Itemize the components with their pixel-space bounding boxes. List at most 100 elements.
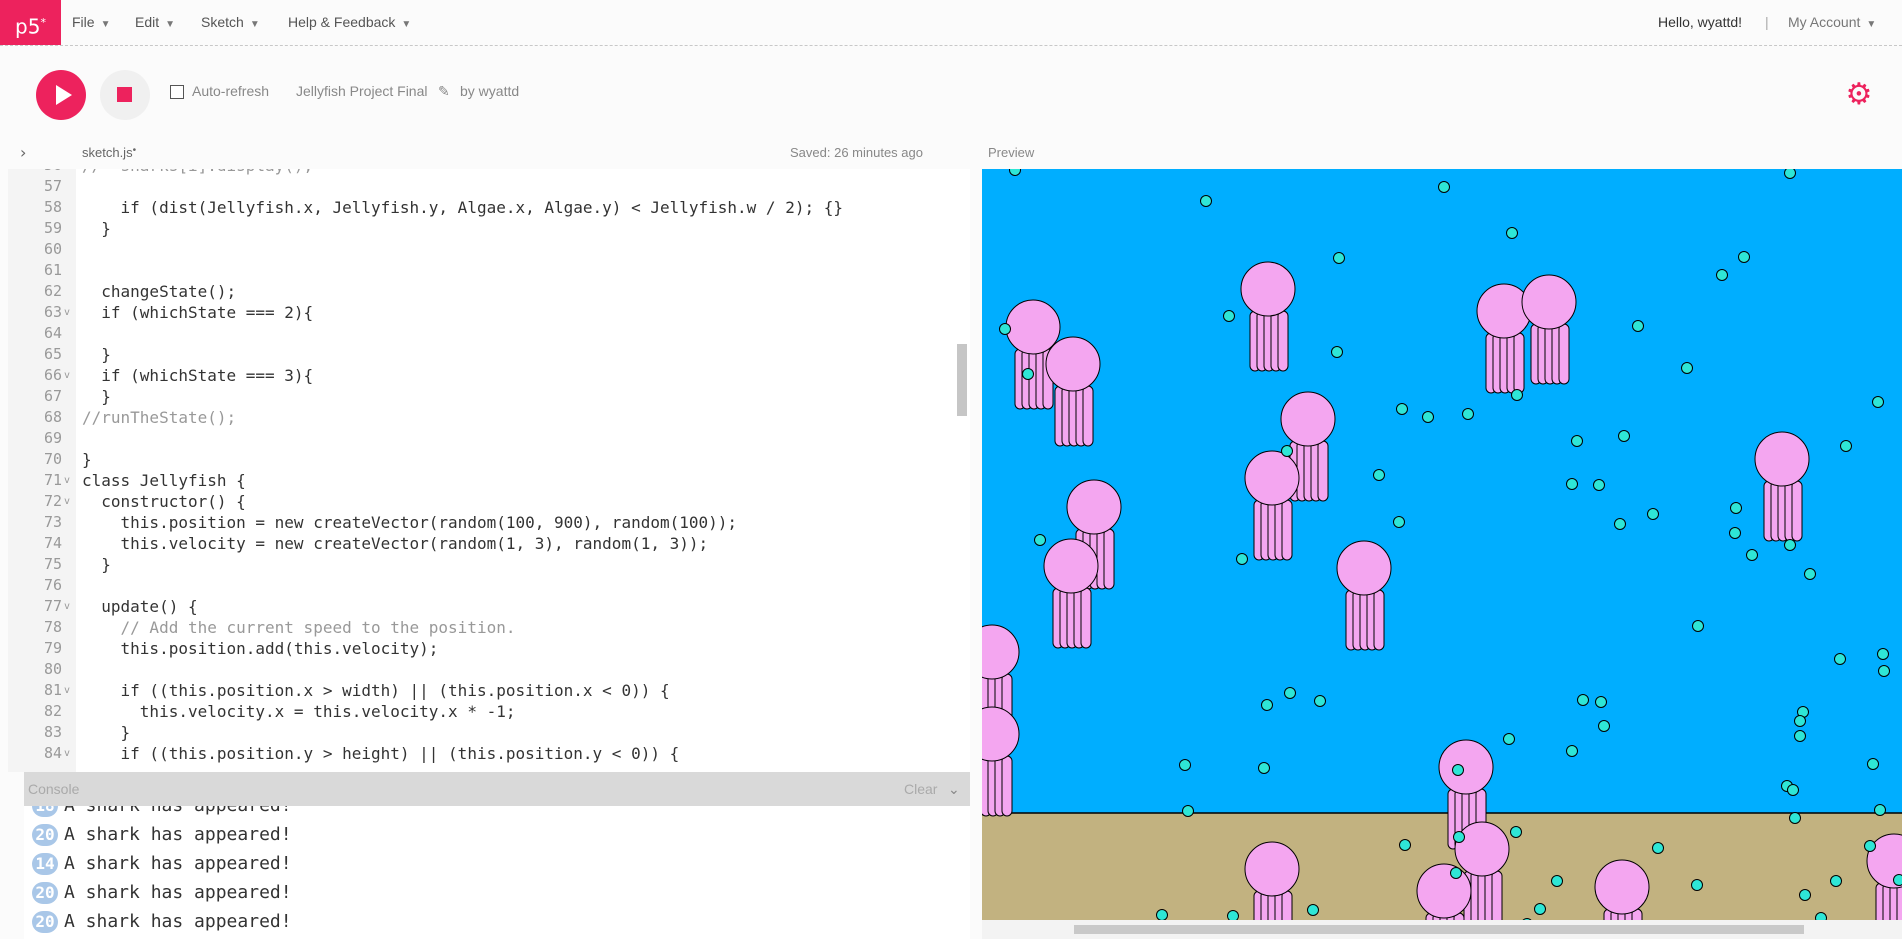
- code-line[interactable]: 59 }: [8, 218, 970, 239]
- code-line[interactable]: 69: [8, 428, 970, 449]
- code-line[interactable]: 75 }: [8, 554, 970, 575]
- algae-dot: [1022, 368, 1034, 380]
- algae-dot: [1393, 516, 1405, 528]
- algae-dot: [1872, 396, 1884, 408]
- file-tab[interactable]: sketch.js•: [82, 145, 136, 160]
- auto-refresh-checkbox[interactable]: [170, 85, 184, 99]
- code-line[interactable]: 67 }: [8, 386, 970, 407]
- jellyfish-tentacle: [1373, 589, 1385, 651]
- algae-dot: [1200, 195, 1212, 207]
- line-number: 62: [43, 282, 62, 300]
- fold-icon[interactable]: v: [64, 680, 70, 701]
- nav-separator: |: [1765, 14, 1769, 30]
- algae-dot: [1396, 403, 1408, 415]
- fold-icon[interactable]: v: [64, 491, 70, 512]
- code-line[interactable]: 65 }: [8, 344, 970, 365]
- algae-dot: [1746, 549, 1758, 561]
- algae-dot: [1236, 553, 1248, 565]
- algae-dot: [1598, 720, 1610, 732]
- algae-dot: [1632, 320, 1644, 332]
- gear-icon[interactable]: ⚙: [1831, 70, 1887, 120]
- code-line[interactable]: 80: [8, 659, 970, 680]
- fold-icon[interactable]: v: [64, 470, 70, 491]
- code-line[interactable]: 78 // Add the current speed to the posit…: [8, 617, 970, 638]
- menu-help[interactable]: Help & Feedback ▼: [288, 0, 411, 45]
- algae-dot: [1510, 826, 1522, 838]
- message-text: A shark has appeared!: [64, 853, 292, 874]
- code-line[interactable]: 81 v if ((this.position.x > width) || (th…: [8, 680, 970, 701]
- code-line[interactable]: 74 this.velocity = new createVector(rand…: [8, 533, 970, 554]
- code-line[interactable]: 83 }: [8, 722, 970, 743]
- code-line[interactable]: 68 //runTheState();: [8, 407, 970, 428]
- jellyfish-bell: [1045, 336, 1101, 392]
- algae-dot: [1874, 804, 1886, 816]
- code-line[interactable]: 56 // sharks[i].display();: [8, 169, 970, 176]
- code-line[interactable]: 64: [8, 323, 970, 344]
- project-name[interactable]: Jellyfish Project Final: [296, 83, 428, 99]
- code-editor[interactable]: 56 // sharks[i].display(); 57 58 if (dist(J…: [8, 169, 970, 772]
- fold-icon[interactable]: v: [64, 596, 70, 617]
- p5-logo[interactable]: p5*: [0, 0, 61, 45]
- line-number: 79: [43, 639, 62, 657]
- algae-dot: [1815, 912, 1827, 920]
- stop-button[interactable]: [100, 70, 150, 120]
- code-text: // Add the current speed to the position…: [82, 618, 516, 637]
- algae-dot: [1738, 251, 1750, 263]
- jellyfish-bell: [1244, 841, 1300, 897]
- code-line[interactable]: 72 v constructor() {: [8, 491, 970, 512]
- algae-dot: [1511, 389, 1523, 401]
- my-account-menu[interactable]: My Account ▼: [1788, 0, 1876, 45]
- chevron-down-icon[interactable]: ⌄: [948, 781, 960, 798]
- saved-status: Saved: 26 minutes ago: [790, 145, 923, 160]
- fold-icon[interactable]: v: [64, 365, 70, 386]
- message-text: A shark has appeared!: [64, 911, 292, 932]
- algae-dot: [1506, 227, 1518, 239]
- scrollbar-thumb[interactable]: [1074, 925, 1804, 934]
- fold-icon[interactable]: v: [64, 302, 70, 323]
- menu-file[interactable]: File ▼: [72, 0, 110, 45]
- code-line[interactable]: 57: [8, 176, 970, 197]
- message-count-badge: 20: [32, 882, 58, 904]
- code-line[interactable]: 73 this.position = new createVector(rand…: [8, 512, 970, 533]
- code-line[interactable]: 61: [8, 260, 970, 281]
- algae-dot: [1156, 909, 1168, 920]
- algae-dot: [1794, 715, 1806, 727]
- code-line[interactable]: 62 changeState();: [8, 281, 970, 302]
- line-number: 58: [43, 198, 62, 216]
- preview-scrollbar[interactable]: [982, 920, 1902, 939]
- line-number: 74: [43, 534, 62, 552]
- menu-sketch[interactable]: Sketch ▼: [201, 0, 260, 45]
- code-text: this.velocity.x = this.velocity.x * -1;: [82, 702, 516, 721]
- sidebar-toggle-icon[interactable]: ›: [20, 143, 26, 162]
- code-line[interactable]: 60: [8, 239, 970, 260]
- code-line[interactable]: 79 this.position.add(this.velocity);: [8, 638, 970, 659]
- code-line[interactable]: 76: [8, 575, 970, 596]
- code-line[interactable]: 63 v if (whichState === 2){: [8, 302, 970, 323]
- fold-icon[interactable]: v: [64, 743, 70, 764]
- message-count-badge: 20: [32, 824, 58, 846]
- message-text: A shark has appeared!: [64, 882, 292, 903]
- algae-dot: [1571, 435, 1583, 447]
- algae-dot: [1893, 874, 1902, 886]
- jellyfish-bell: [1521, 274, 1577, 330]
- editor-scrollbar[interactable]: [955, 169, 969, 772]
- play-button[interactable]: [36, 70, 86, 120]
- menu-edit[interactable]: Edit ▼: [135, 0, 175, 45]
- scrollbar-thumb[interactable]: [957, 344, 967, 416]
- code-line[interactable]: 70}: [8, 449, 970, 470]
- code-line[interactable]: 71 v class Jellyfish {: [8, 470, 970, 491]
- console-clear-button[interactable]: Clear: [904, 781, 937, 797]
- code-text: if (whichState === 2){: [82, 303, 314, 322]
- pencil-icon[interactable]: ✎: [438, 83, 450, 100]
- algae-dot: [1284, 687, 1296, 699]
- code-line[interactable]: 82 this.velocity.x = this.velocity.x * -…: [8, 701, 970, 722]
- code-line[interactable]: 77 v update() {: [8, 596, 970, 617]
- line-number: 61: [43, 261, 62, 279]
- preview-canvas[interactable]: [982, 169, 1902, 920]
- code-line[interactable]: 84 v if ((this.position.y > height) || (t…: [8, 743, 970, 764]
- code-text: if (dist(Jellyfish.x, Jellyfish.y, Algae…: [82, 198, 843, 217]
- code-line[interactable]: 58 if (dist(Jellyfish.x, Jellyfish.y, Al…: [8, 197, 970, 218]
- algae-dot: [1333, 252, 1345, 264]
- code-line[interactable]: 66 v if (whichState === 3){: [8, 365, 970, 386]
- jellyfish-bell: [1280, 391, 1336, 447]
